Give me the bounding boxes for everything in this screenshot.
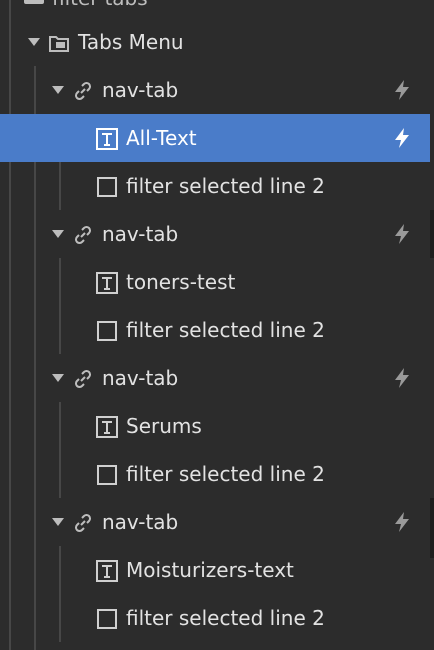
- nav-tab-label: nav-tab: [102, 510, 179, 534]
- box-icon: [97, 465, 117, 485]
- tree-row-tabs-menu[interactable]: Tabs Menu: [0, 18, 430, 66]
- text-icon: [96, 416, 118, 438]
- text-element-label: Moisturizers-text: [126, 558, 294, 582]
- bolt-icon[interactable]: [392, 223, 412, 245]
- box-element-label: filter selected line 2: [126, 174, 325, 198]
- bolt-icon[interactable]: [392, 127, 412, 149]
- tree-row-box[interactable]: filter selected line 2: [0, 594, 430, 642]
- text-icon: [96, 128, 118, 150]
- tree-row-nav-tab[interactable]: nav-tab: [0, 66, 430, 114]
- bolt-icon[interactable]: [392, 79, 412, 101]
- tree-row-nav-tab[interactable]: nav-tab: [0, 354, 430, 402]
- bolt-icon[interactable]: [392, 367, 412, 389]
- tree-row-box[interactable]: filter selected line 2: [0, 162, 430, 210]
- tree-row-nav-tab[interactable]: nav-tab: [0, 498, 430, 546]
- box-element-label: filter selected line 2: [126, 318, 325, 342]
- tree-row-text[interactable]: Moisturizers-text: [0, 546, 430, 594]
- box-element-label: filter selected line 2: [126, 462, 325, 486]
- bolt-icon[interactable]: [392, 511, 412, 533]
- edge-divider: [430, 210, 434, 258]
- tree-row-text[interactable]: Serums: [0, 402, 430, 450]
- text-element-label: Serums: [126, 414, 202, 438]
- box-element-label: filter selected line 2: [126, 606, 325, 630]
- tree-row-box[interactable]: filter selected line 2: [0, 450, 430, 498]
- tree-row-text-selected[interactable]: All-Text: [0, 114, 430, 162]
- link-icon: [74, 81, 92, 101]
- tree-row-text[interactable]: toners-test: [0, 258, 430, 306]
- chevron-down-icon[interactable]: [28, 38, 40, 46]
- box-icon: [97, 609, 117, 629]
- chevron-down-icon[interactable]: [52, 86, 64, 94]
- tabs-menu-label: Tabs Menu: [78, 30, 184, 54]
- text-element-label: toners-test: [126, 270, 236, 294]
- nav-tab-label: nav-tab: [102, 222, 179, 246]
- nav-tab-label: nav-tab: [102, 366, 179, 390]
- box-icon: [97, 177, 117, 197]
- text-icon: [96, 560, 118, 582]
- chevron-down-icon[interactable]: [52, 518, 64, 526]
- edge-divider: [430, 498, 434, 558]
- text-element-label: All-Text: [126, 126, 197, 150]
- navigator-panel: filter-tabs Tabs Menu nav-tab: [0, 0, 434, 650]
- tree-row-box[interactable]: filter selected line 2: [0, 306, 430, 354]
- chevron-down-icon[interactable]: [52, 374, 64, 382]
- link-icon: [74, 513, 92, 533]
- parent-folder-icon: [24, 0, 44, 4]
- link-icon: [74, 225, 92, 245]
- link-icon: [74, 369, 92, 389]
- text-icon: [96, 272, 118, 294]
- nav-tab-label: nav-tab: [102, 78, 179, 102]
- folder-icon: [49, 36, 69, 52]
- parent-label: filter-tabs: [52, 0, 148, 10]
- chevron-down-icon[interactable]: [52, 230, 64, 238]
- box-icon: [97, 321, 117, 341]
- tree-row-nav-tab[interactable]: nav-tab: [0, 210, 430, 258]
